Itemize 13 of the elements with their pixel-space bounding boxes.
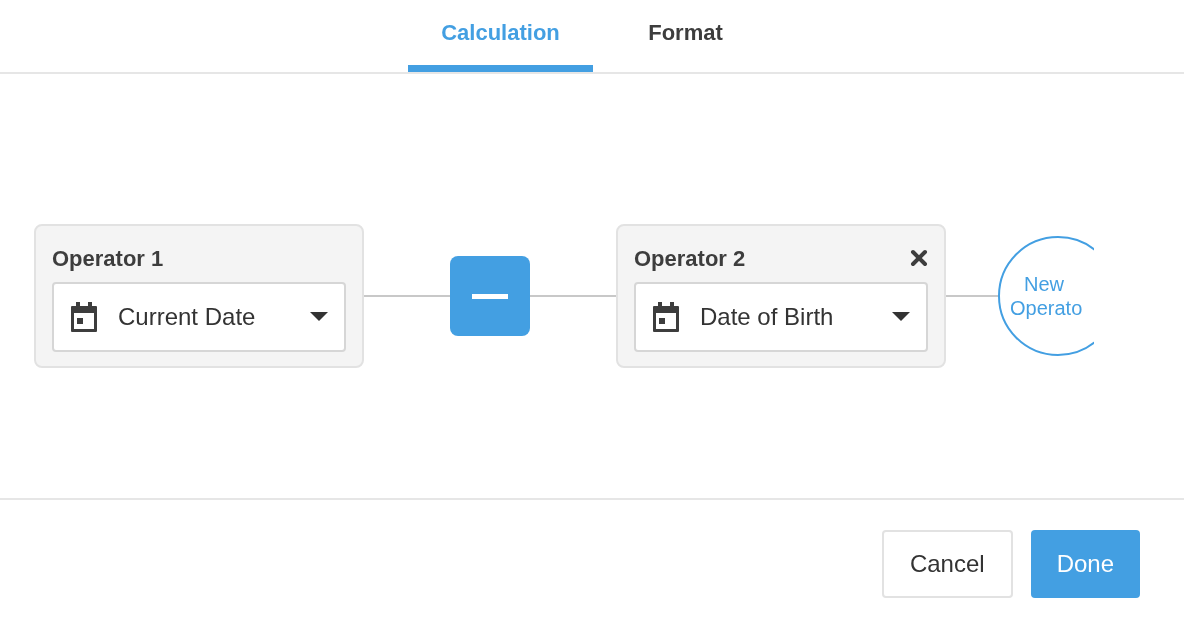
minus-icon	[472, 293, 508, 299]
date-dropdown[interactable]: Current Date	[52, 282, 346, 352]
cancel-button[interactable]: Cancel	[881, 530, 1013, 598]
operand-title: Operator 2	[634, 244, 746, 273]
date-dropdown[interactable]: Date of Birth	[634, 282, 928, 352]
operand-title: Operator 1	[52, 244, 164, 273]
calendar-icon	[652, 301, 680, 333]
close-icon[interactable]	[910, 249, 928, 267]
caret-icon	[892, 312, 910, 322]
caret-icon	[310, 312, 328, 322]
calendar-icon	[70, 301, 98, 333]
minus-operator-button[interactable]	[450, 256, 530, 336]
tab[interactable]: Format	[593, 0, 778, 72]
